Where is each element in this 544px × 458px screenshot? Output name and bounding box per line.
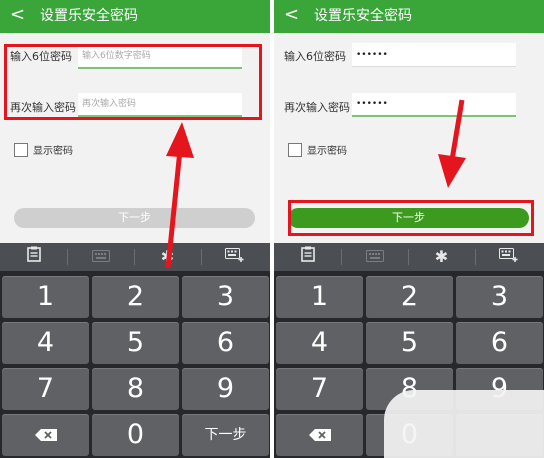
key-1[interactable]: 1 [276, 276, 363, 318]
input-fields-highlight [4, 44, 262, 120]
show-password-label: 显示密码 [33, 146, 73, 157]
gear-icon[interactable]: ✱ [408, 243, 475, 271]
keyboard-toolbar: ✱ [274, 243, 544, 271]
key-6[interactable]: 6 [182, 322, 269, 364]
key-8[interactable]: 8 [92, 368, 179, 410]
keyboard-icon[interactable] [341, 243, 408, 271]
keyboard-icon[interactable] [67, 243, 134, 271]
backspace-key[interactable] [2, 414, 89, 456]
gear-icon[interactable]: ✱ [134, 243, 201, 271]
key-4[interactable]: 4 [276, 322, 363, 364]
key-3[interactable]: 3 [182, 276, 269, 318]
keyboard-toolbar: ✱ [0, 243, 270, 271]
key-3[interactable]: 3 [456, 276, 543, 318]
title-bar: < 设置乐安全密码 [0, 0, 270, 33]
show-password-row[interactable]: 显示密码 [14, 139, 73, 157]
show-password-checkbox[interactable] [14, 142, 28, 157]
key-5[interactable]: 5 [92, 322, 179, 364]
password-input[interactable] [352, 43, 516, 67]
next-step-button[interactable]: 下一步 [14, 208, 255, 228]
key-9[interactable]: 9 [182, 368, 269, 410]
page-title: 设置乐安全密码 [40, 8, 138, 24]
title-bar: < 设置乐安全密码 [274, 0, 544, 33]
keyboard-add-icon[interactable] [201, 243, 268, 271]
screen-after: < 设置乐安全密码 输入6位密码 再次输入密码 显示密码 下一步 ✱ [274, 0, 544, 458]
back-icon[interactable]: < [284, 4, 299, 26]
password-label: 输入6位密码 [284, 50, 346, 63]
confirm-password-label: 再次输入密码 [284, 101, 350, 114]
watermark-overlay [384, 390, 544, 458]
key-7[interactable]: 7 [2, 368, 89, 410]
show-password-checkbox[interactable] [288, 142, 302, 157]
key-2[interactable]: 2 [366, 276, 453, 318]
screen-before: < 设置乐安全密码 输入6位密码 再次输入密码 显示密码 下一步 ✱ [0, 0, 270, 458]
show-password-row[interactable]: 显示密码 [288, 139, 347, 157]
next-button-highlight [288, 200, 534, 236]
page-title: 设置乐安全密码 [314, 8, 412, 24]
backspace-key[interactable] [276, 414, 363, 456]
confirm-password-input[interactable] [352, 93, 516, 117]
key-0[interactable]: 0 [92, 414, 179, 456]
key-2[interactable]: 2 [92, 276, 179, 318]
key-4[interactable]: 4 [2, 322, 89, 364]
key-5[interactable]: 5 [366, 322, 453, 364]
key-6[interactable]: 6 [456, 322, 543, 364]
key-1[interactable]: 1 [2, 276, 89, 318]
next-step-key[interactable]: 下一步 [182, 414, 269, 456]
numeric-keyboard: ✱ 1 2 3 4 5 6 7 8 9 0 下一步 [0, 243, 270, 458]
clipboard-icon[interactable] [0, 243, 67, 271]
show-password-label: 显示密码 [307, 146, 347, 157]
keyboard-add-icon[interactable] [475, 243, 542, 271]
clipboard-icon[interactable] [274, 243, 341, 271]
key-7[interactable]: 7 [276, 368, 363, 410]
back-icon[interactable]: < [10, 4, 25, 26]
